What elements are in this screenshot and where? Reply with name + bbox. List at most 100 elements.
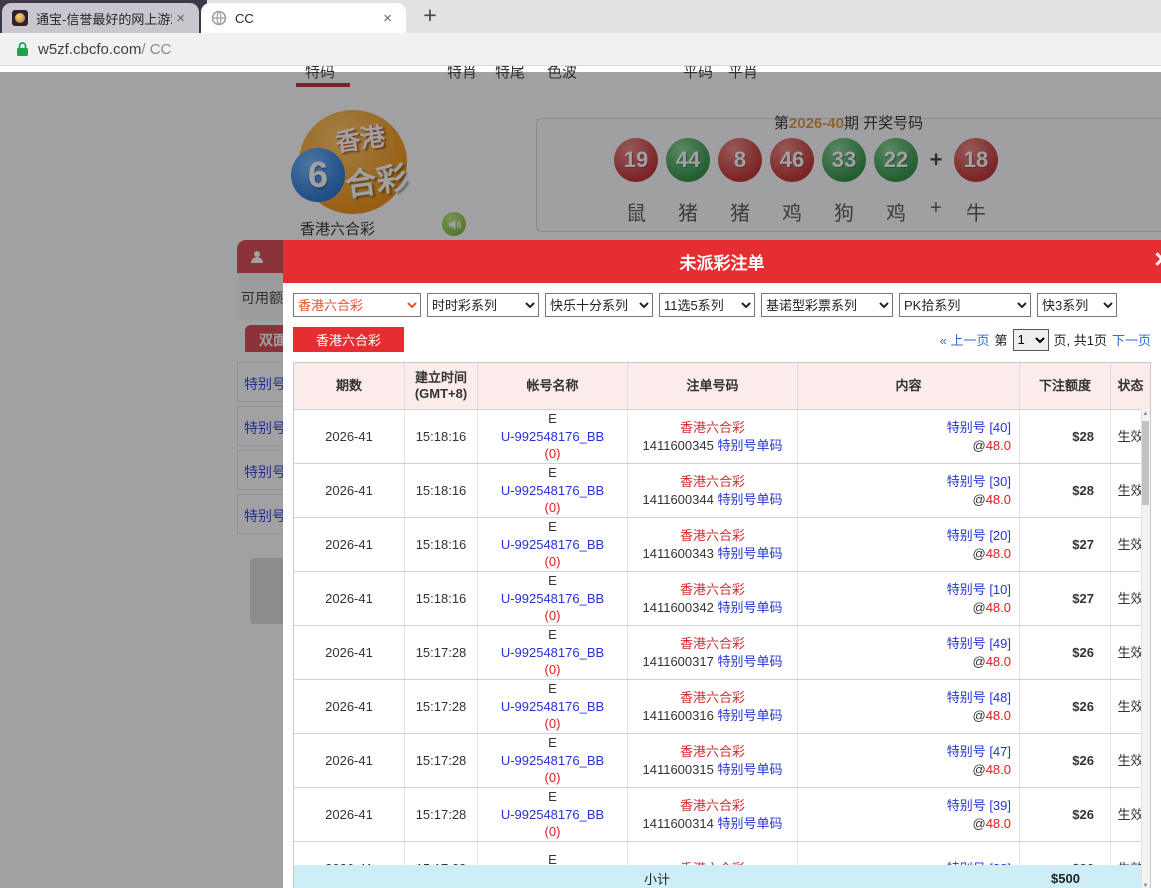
active-game-button[interactable]: 香港六合彩 <box>293 327 404 352</box>
ticket-number: 1411600317 <box>643 654 714 669</box>
ticket-number: 1411600343 <box>643 546 714 561</box>
cell-account: E U-992548176_BB (0) <box>478 734 628 787</box>
cell-period: 2026-41 <box>294 572 405 625</box>
bet-detail-link[interactable]: 特别号 [39] <box>947 797 1011 815</box>
close-icon[interactable]: × <box>1154 246 1161 273</box>
page-label-pre: 第 <box>995 330 1008 349</box>
pagination: « 上一页 第 1 页, 共1页 下一页 <box>940 329 1151 351</box>
account-link[interactable]: U-992548176_BB <box>501 752 604 770</box>
cell-time: 15:17:28 <box>405 734 478 787</box>
game-series-select[interactable]: PK拾系列 <box>899 293 1031 317</box>
table-scrollbar[interactable]: ▲ ▼ <box>1141 409 1150 888</box>
tab1-favicon <box>12 10 28 26</box>
cell-time: 15:18:16 <box>405 410 478 463</box>
cell-account: E U-992548176_BB (0) <box>478 410 628 463</box>
account-link[interactable]: U-992548176_BB <box>501 590 604 608</box>
scrollbar-thumb[interactable] <box>1142 421 1149 505</box>
cell-ticket: 香港六合彩 1411600342 特别号单码 <box>628 572 798 625</box>
cell-content: 特别号 [47] @48.0 <box>798 734 1020 787</box>
cell-period: 2026-41 <box>294 626 405 679</box>
bet-detail-link[interactable]: 特别号 [40] <box>947 419 1011 437</box>
account-prefix: E <box>548 518 557 536</box>
url-host: w5zf.cbcfo.com <box>38 41 141 58</box>
next-page-link[interactable]: 下一页 <box>1112 330 1151 349</box>
ticket-type-link[interactable]: 特别号单码 <box>717 708 782 723</box>
table-row: 2026-41 15:18:16 E U-992548176_BB (0) 香港… <box>294 571 1150 625</box>
ticket-type-link[interactable]: 特别号单码 <box>717 546 782 561</box>
odds-at: @ <box>972 654 985 669</box>
browser-tab-1[interactable]: 通宝-信誉最好的网上游戏平 × <box>2 3 199 33</box>
bet-detail-link[interactable]: 特别号 [38] <box>947 860 1011 865</box>
account-link[interactable]: U-992548176_BB <box>501 428 604 446</box>
account-prefix: E <box>548 410 557 428</box>
ticket-type-link[interactable]: 特别号单码 <box>717 492 782 507</box>
ticket-type-link[interactable]: 特别号单码 <box>717 600 782 615</box>
cell-content: 特别号 [20] @48.0 <box>798 518 1020 571</box>
cell-ticket: 香港六合彩 1411600315 特别号单码 <box>628 734 798 787</box>
ticket-type-link[interactable]: 特别号单码 <box>717 762 782 777</box>
game-series-select[interactable]: 快乐十分系列 <box>545 293 653 317</box>
cell-period: 2026-41 <box>294 734 405 787</box>
game-series-filters: 香港六合彩时时彩系列快乐十分系列11选5系列基诺型彩票系列PK拾系列快3系列 <box>293 293 1151 317</box>
scrollbar-down-arrow-icon[interactable]: ▼ <box>1142 881 1149 888</box>
cell-amount: $26 <box>1020 788 1111 841</box>
address-bar[interactable]: w5zf.cbcfo.com / CC <box>0 33 1161 66</box>
ticket-game-name: 香港六合彩 <box>680 635 745 653</box>
ticket-number-line: 1411600344 特别号单码 <box>643 491 783 509</box>
account-extra: (0) <box>545 823 561 841</box>
tab1-close-icon[interactable]: × <box>172 9 189 28</box>
game-series-select[interactable]: 快3系列 <box>1037 293 1117 317</box>
cell-account: E U-992548176_BB (0) <box>478 788 628 841</box>
bet-detail-link[interactable]: 特别号 [48] <box>947 689 1011 707</box>
bet-detail-link[interactable]: 特别号 [10] <box>947 581 1011 599</box>
page-select[interactable]: 1 <box>1013 329 1049 351</box>
bet-detail-link[interactable]: 特别号 [49] <box>947 635 1011 653</box>
odds-line: @48.0 <box>972 491 1011 509</box>
table-row: 2026-41 15:18:16 E U-992548176_BB (0) 香港… <box>294 409 1150 463</box>
tab2-title: CC <box>235 11 254 26</box>
browser-tab-2-active[interactable]: CC × <box>201 3 406 33</box>
unsettled-bets-modal: 未派彩注单 × 香港六合彩时时彩系列快乐十分系列11选5系列基诺型彩票系列PK拾… <box>283 240 1161 888</box>
cell-period: 2026-41 <box>294 518 405 571</box>
ticket-type-link[interactable]: 特别号单码 <box>717 438 782 453</box>
cell-content: 特别号 [38] <box>798 842 1020 865</box>
odds-value: 48.0 <box>986 816 1011 831</box>
tab2-close-icon[interactable]: × <box>379 9 396 28</box>
bet-detail-link[interactable]: 特别号 [20] <box>947 527 1011 545</box>
new-tab-button[interactable]: + <box>416 2 444 29</box>
account-link[interactable]: U-992548176_BB <box>501 698 604 716</box>
odds-at: @ <box>972 816 985 831</box>
game-series-select[interactable]: 11选5系列 <box>659 293 755 317</box>
cell-time: 15:17:28 <box>405 842 478 865</box>
game-series-select[interactable]: 时时彩系列 <box>427 293 539 317</box>
account-link[interactable]: U-992548176_BB <box>501 644 604 662</box>
cell-time: 15:18:16 <box>405 572 478 625</box>
ticket-game-name: 香港六合彩 <box>680 581 745 599</box>
ticket-number: 1411600315 <box>643 762 714 777</box>
game-series-select[interactable]: 香港六合彩 <box>293 293 421 317</box>
game-series-select[interactable]: 基诺型彩票系列 <box>761 293 893 317</box>
odds-value: 48.0 <box>986 762 1011 777</box>
cell-account: E U-992548176_BB <box>478 842 628 865</box>
bets-table: 期数 建立时间(GMT+8) 帐号名称 注单号码 内容 下注额度 状态 2026… <box>293 362 1151 888</box>
account-link[interactable]: U-992548176_BB <box>501 536 604 554</box>
account-prefix: E <box>548 788 557 806</box>
cell-content: 特别号 [39] @48.0 <box>798 788 1020 841</box>
cell-period: 2026-41 <box>294 410 405 463</box>
ticket-type-link[interactable]: 特别号单码 <box>717 816 782 831</box>
cell-account: E U-992548176_BB (0) <box>478 464 628 517</box>
bet-detail-link[interactable]: 特别号 [30] <box>947 473 1011 491</box>
cell-period: 2026-41 <box>294 788 405 841</box>
scrollbar-up-arrow-icon[interactable]: ▲ <box>1142 409 1149 419</box>
account-prefix: E <box>548 734 557 752</box>
cell-period: 2026-41 <box>294 680 405 733</box>
odds-line: @48.0 <box>972 707 1011 725</box>
account-link[interactable]: U-992548176_BB <box>501 482 604 500</box>
ticket-type-link[interactable]: 特别号单码 <box>717 654 782 669</box>
account-link[interactable]: U-992548176_BB <box>501 806 604 824</box>
prev-page-link[interactable]: « 上一页 <box>940 330 990 349</box>
cell-amount: $26 <box>1020 842 1111 865</box>
account-prefix: E <box>548 851 557 865</box>
ticket-game-name: 香港六合彩 <box>680 527 745 545</box>
bet-detail-link[interactable]: 特别号 [47] <box>947 743 1011 761</box>
